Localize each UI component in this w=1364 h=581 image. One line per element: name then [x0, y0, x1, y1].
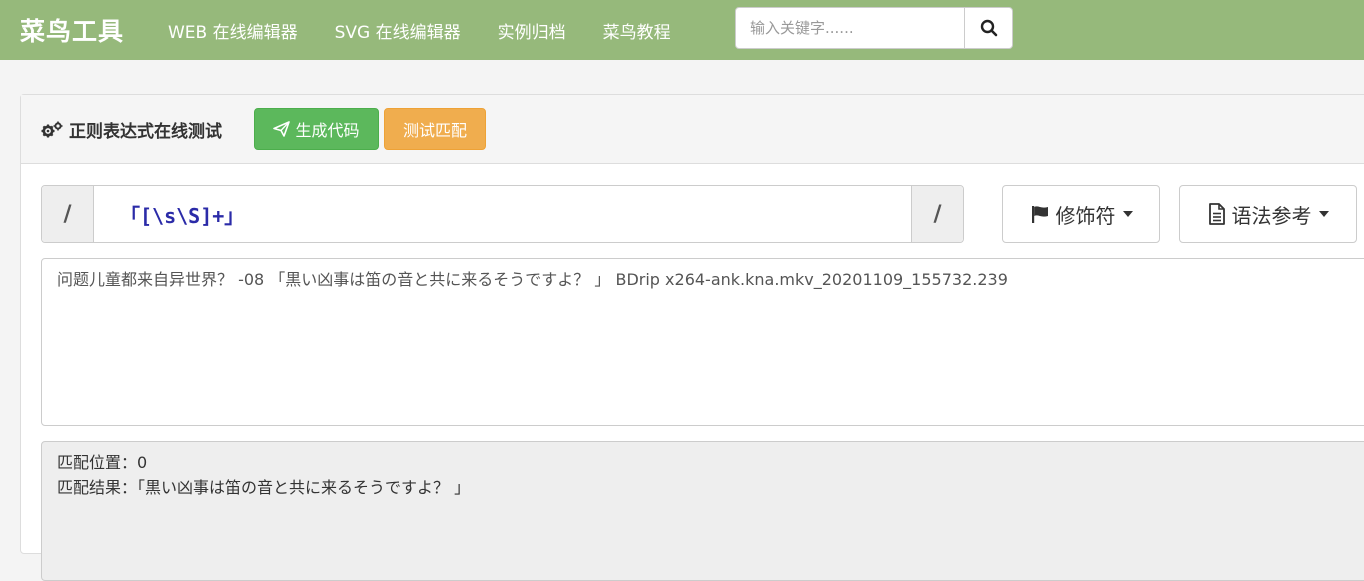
gears-icon [41, 121, 63, 137]
syntax-reference-dropdown[interactable]: 语法参考 [1179, 185, 1357, 243]
nav-links: WEB 在线编辑器 SVG 在线编辑器 实例归档 菜鸟教程 [168, 18, 708, 43]
paper-plane-icon [273, 121, 291, 137]
match-result-label: 匹配结果： [57, 478, 138, 497]
chevron-down-icon [1122, 211, 1133, 217]
panel-header: 正则表达式在线测试 生成代码 测试匹配 [21, 95, 1364, 164]
regex-input-group: / / [41, 185, 964, 243]
syntax-reference-label: 语法参考 [1231, 203, 1312, 228]
regex-right-delimiter: / [911, 186, 963, 242]
nav-link-tutorial[interactable]: 菜鸟教程 [603, 18, 671, 43]
nav-link-svg-editor[interactable]: SVG 在线编辑器 [335, 18, 461, 43]
regex-panel: 正则表达式在线测试 生成代码 测试匹配 / / 修饰符 [20, 94, 1364, 581]
search-box [735, 7, 1013, 49]
flag-icon [1031, 206, 1048, 223]
search-input[interactable] [736, 8, 964, 48]
top-navbar: 菜鸟工具 WEB 在线编辑器 SVG 在线编辑器 实例归档 菜鸟教程 [0, 0, 1364, 60]
brand-logo[interactable]: 菜鸟工具 [20, 12, 124, 48]
match-position-line: 匹配位置：0 [57, 450, 1364, 475]
match-result-box: 匹配位置：0 匹配结果：「黒い凶事は笛の音と共に来るそうですよ？ 」 [41, 441, 1364, 581]
match-result-value: 「黒い凶事は笛の音と共に来るそうですよ？ 」 [137, 478, 471, 497]
generate-code-label: 生成代码 [295, 121, 360, 140]
match-result-line: 匹配结果：「黒い凶事は笛の音と共に来るそうですよ？ 」 [57, 475, 1364, 500]
match-position-value: 0 [137, 453, 148, 472]
panel-title-text: 正则表达式在线测试 [69, 122, 222, 142]
search-button[interactable] [964, 8, 1012, 48]
modifier-dropdown[interactable]: 修饰符 [1002, 185, 1160, 243]
generate-code-button[interactable]: 生成代码 [254, 108, 379, 150]
nav-link-web-editor[interactable]: WEB 在线编辑器 [168, 18, 298, 43]
match-position-label: 匹配位置： [57, 453, 138, 472]
modifier-label: 修饰符 [1055, 203, 1116, 228]
file-text-icon [1208, 203, 1225, 225]
test-match-label: 测试匹配 [402, 121, 467, 140]
chevron-down-icon [1318, 211, 1329, 217]
test-match-button[interactable]: 测试匹配 [384, 108, 486, 150]
nav-link-examples[interactable]: 实例归档 [498, 18, 566, 43]
regex-pattern-input[interactable] [94, 186, 911, 242]
search-icon [980, 19, 997, 37]
regex-left-delimiter: / [42, 186, 94, 242]
panel-title: 正则表达式在线测试 [41, 117, 222, 142]
test-text-area[interactable]: 问题儿童都来自异世界？ -08 「黒い凶事は笛の音と共に来るそうですよ？ 」 B… [41, 258, 1364, 426]
